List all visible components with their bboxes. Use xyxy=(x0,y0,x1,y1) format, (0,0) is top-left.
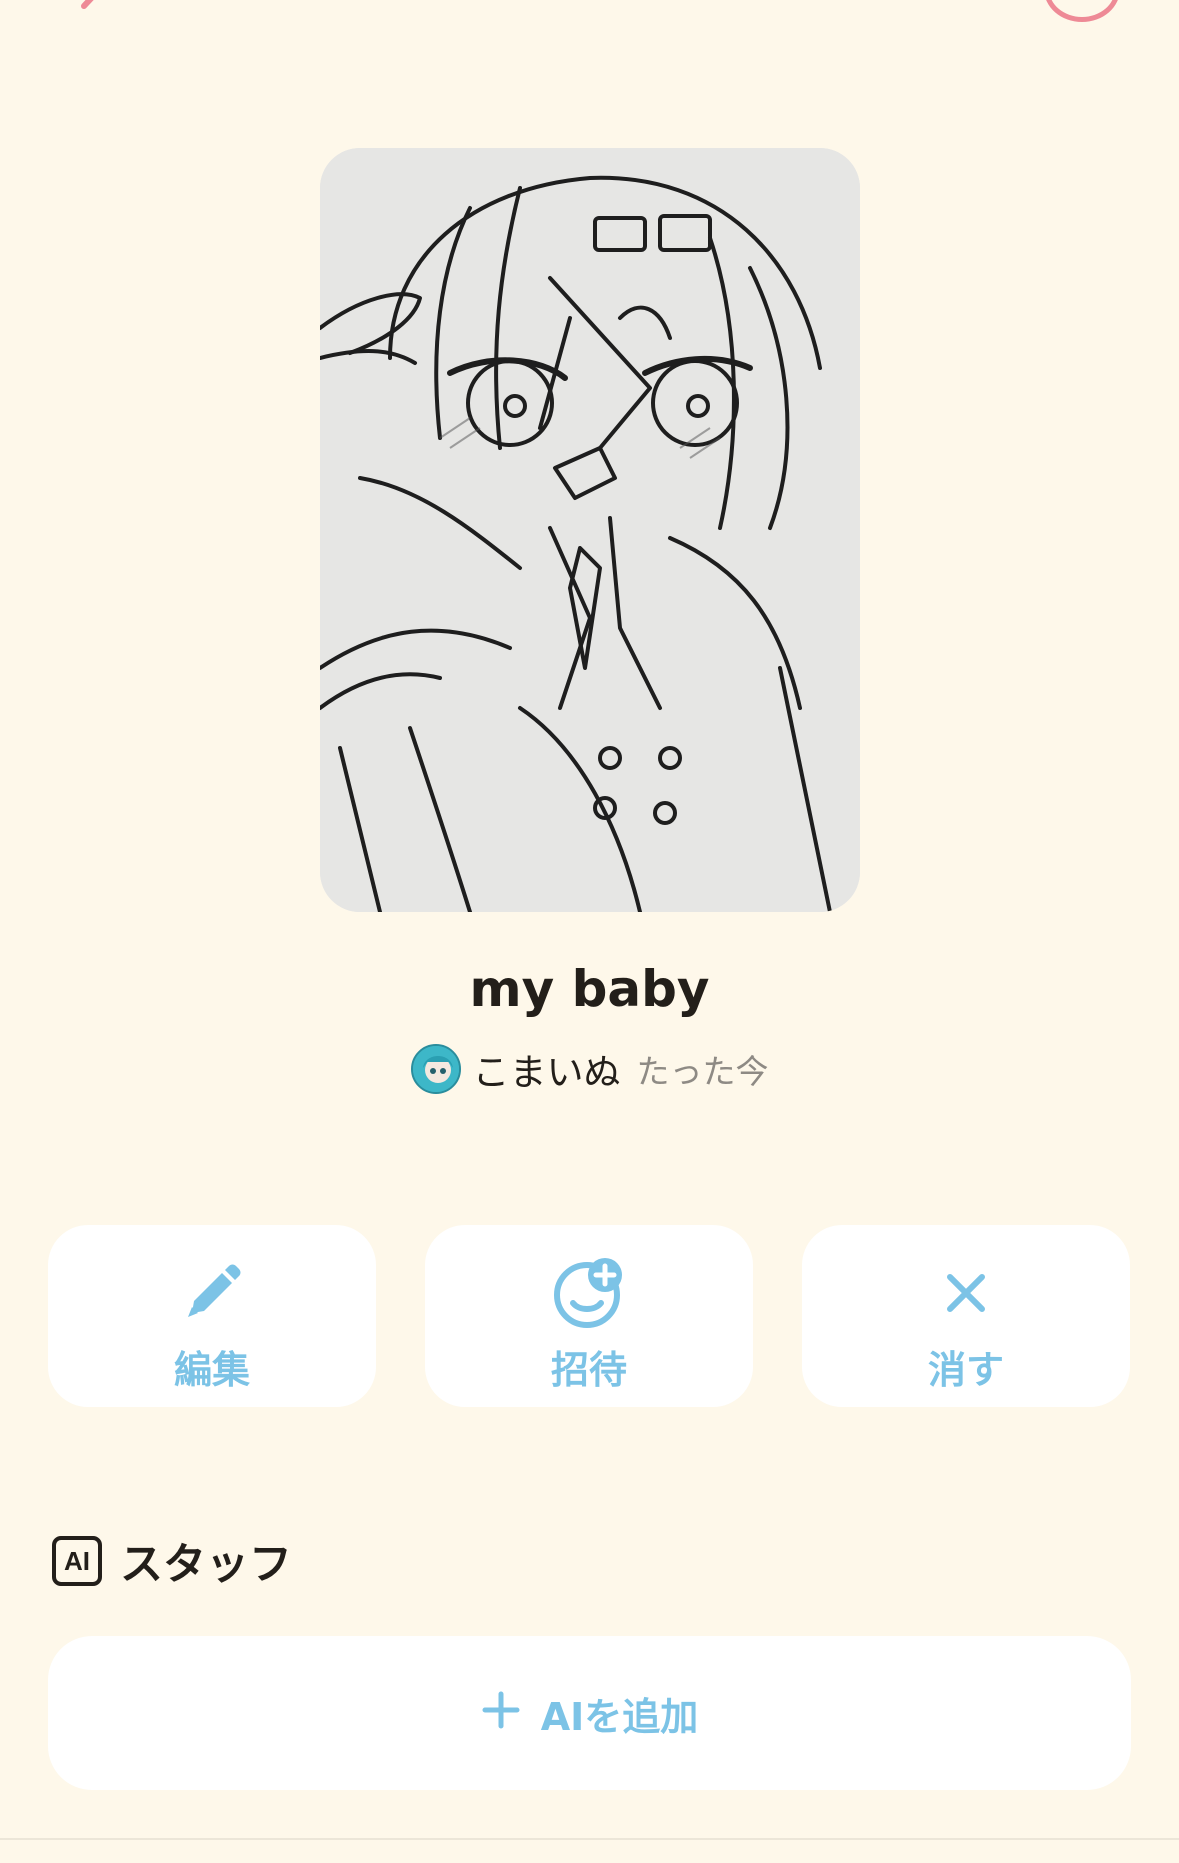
ai-icon: AI xyxy=(52,1536,102,1586)
plus-icon xyxy=(481,1688,521,1738)
staff-section-title: スタッフ xyxy=(120,1540,292,1590)
post-time: たった今 xyxy=(636,1052,769,1091)
circle-icon[interactable] xyxy=(1044,0,1120,22)
author-byline: こまいぬ たった今 xyxy=(0,1042,1179,1096)
staff-section-header: AI スタッフ xyxy=(52,1530,292,1592)
action-buttons: 編集 招待 消す xyxy=(48,1225,1131,1407)
edit-label: 編集 xyxy=(173,1348,250,1392)
invite-label: 招待 xyxy=(550,1348,627,1392)
author-avatar[interactable] xyxy=(410,1044,461,1094)
room-detail-screen: my baby こまいぬ たった今 編集 招待 消す AI スタッフ AIを追加 xyxy=(0,0,1179,1863)
add-ai-button[interactable]: AIを追加 xyxy=(48,1636,1131,1790)
invite-button[interactable]: 招待 xyxy=(425,1225,753,1407)
delete-label: 消す xyxy=(927,1348,1004,1392)
artwork-image xyxy=(320,148,860,912)
close-icon xyxy=(926,1253,1006,1333)
edit-button[interactable]: 編集 xyxy=(48,1225,376,1407)
author-name[interactable]: こまいぬ xyxy=(473,1042,621,1096)
sketch-illustration xyxy=(320,148,860,912)
add-ai-label: AIを追加 xyxy=(540,1694,699,1739)
room-title: my baby xyxy=(469,960,710,1018)
delete-button[interactable]: 消す xyxy=(802,1225,1130,1407)
invite-smiley-plus-icon xyxy=(549,1253,629,1333)
chevron-left-icon[interactable] xyxy=(70,0,118,24)
pencil-icon xyxy=(172,1253,252,1333)
divider xyxy=(0,1838,1179,1840)
